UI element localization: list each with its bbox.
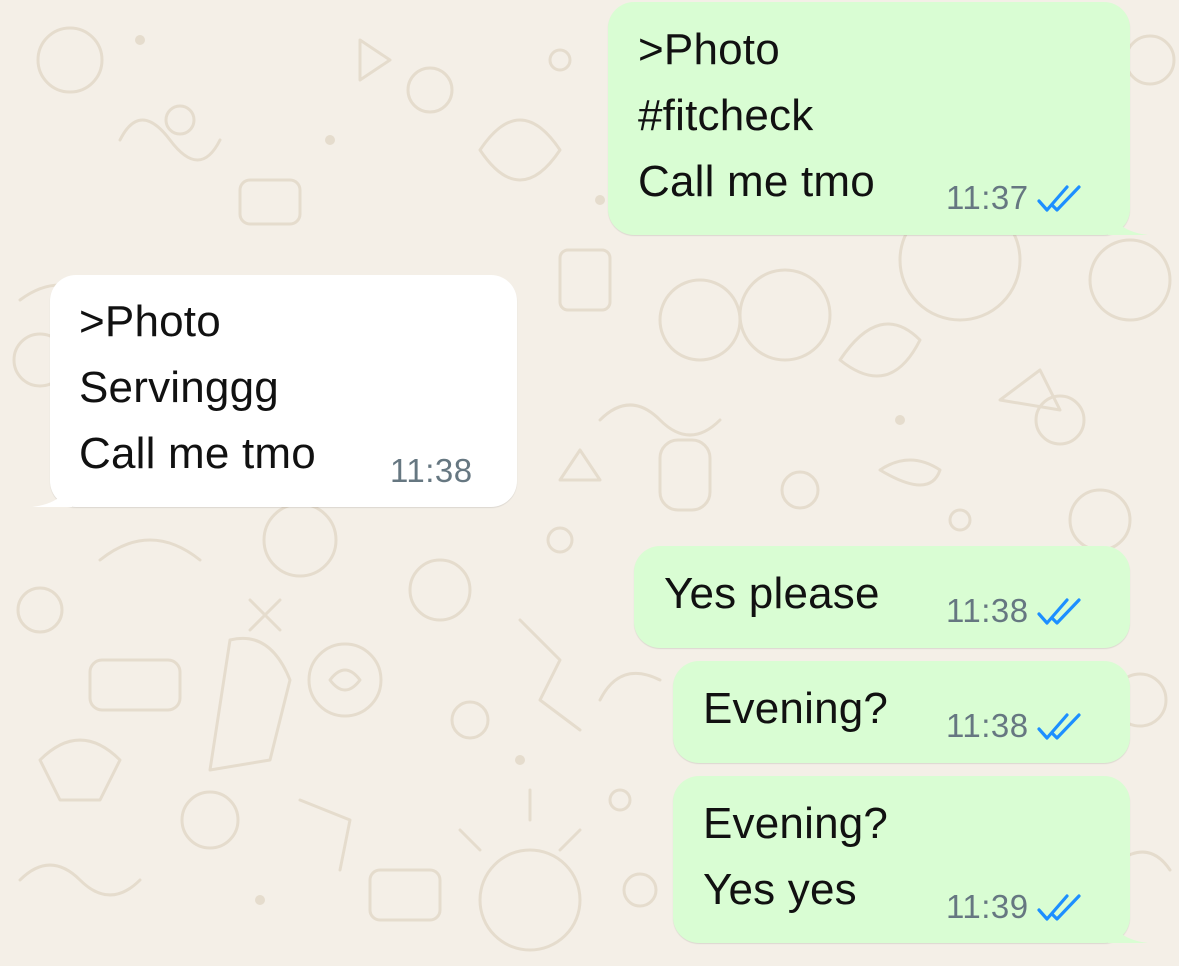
bubble-tail — [1108, 205, 1148, 235]
message-time: 11:38 — [390, 452, 473, 489]
message-meta: 11:38 — [946, 706, 1083, 746]
message-line: Servinggg — [79, 363, 279, 412]
message-line: Yes please — [664, 569, 880, 618]
chat-message-list[interactable]: >Photo #fitcheck Call me tmo 11:37 >Phot… — [0, 0, 1179, 966]
message-meta: 11:38 — [946, 591, 1083, 631]
message-time: 11:38 — [946, 707, 1029, 744]
message-meta: 11:37 — [946, 178, 1083, 218]
message-line: Evening? — [703, 684, 889, 733]
message-line: Evening? — [703, 799, 889, 848]
message-time: 11:38 — [946, 592, 1029, 629]
message-time: 11:37 — [946, 179, 1029, 216]
message-line: >Photo — [638, 25, 780, 74]
read-double-tick-icon — [1037, 598, 1081, 625]
message-bubble-outgoing[interactable]: Evening? Yes yes 11:39 — [673, 776, 1148, 943]
message-time: 11:39 — [946, 888, 1029, 925]
bubble-tail — [32, 477, 72, 507]
read-double-tick-icon — [1037, 185, 1081, 212]
message-bubble-outgoing[interactable]: Evening? 11:38 — [673, 661, 1130, 763]
read-double-tick-icon — [1037, 713, 1081, 740]
message-bubble-incoming[interactable]: >Photo Servinggg Call me tmo 11:38 — [32, 275, 517, 507]
message-line: Call me tmo — [638, 157, 875, 206]
bubble-tail — [1108, 913, 1148, 943]
message-line: Call me tmo — [79, 429, 316, 478]
message-bubble-outgoing[interactable]: >Photo #fitcheck Call me tmo 11:37 — [608, 2, 1148, 235]
message-line: >Photo — [79, 297, 221, 346]
message-bubble-outgoing[interactable]: Yes please 11:38 — [634, 546, 1130, 648]
message-line: Yes yes — [703, 865, 857, 914]
read-double-tick-icon — [1037, 894, 1081, 921]
message-line: #fitcheck — [638, 91, 814, 140]
message-meta: 11:39 — [946, 887, 1083, 927]
message-meta: 11:38 — [390, 451, 473, 491]
